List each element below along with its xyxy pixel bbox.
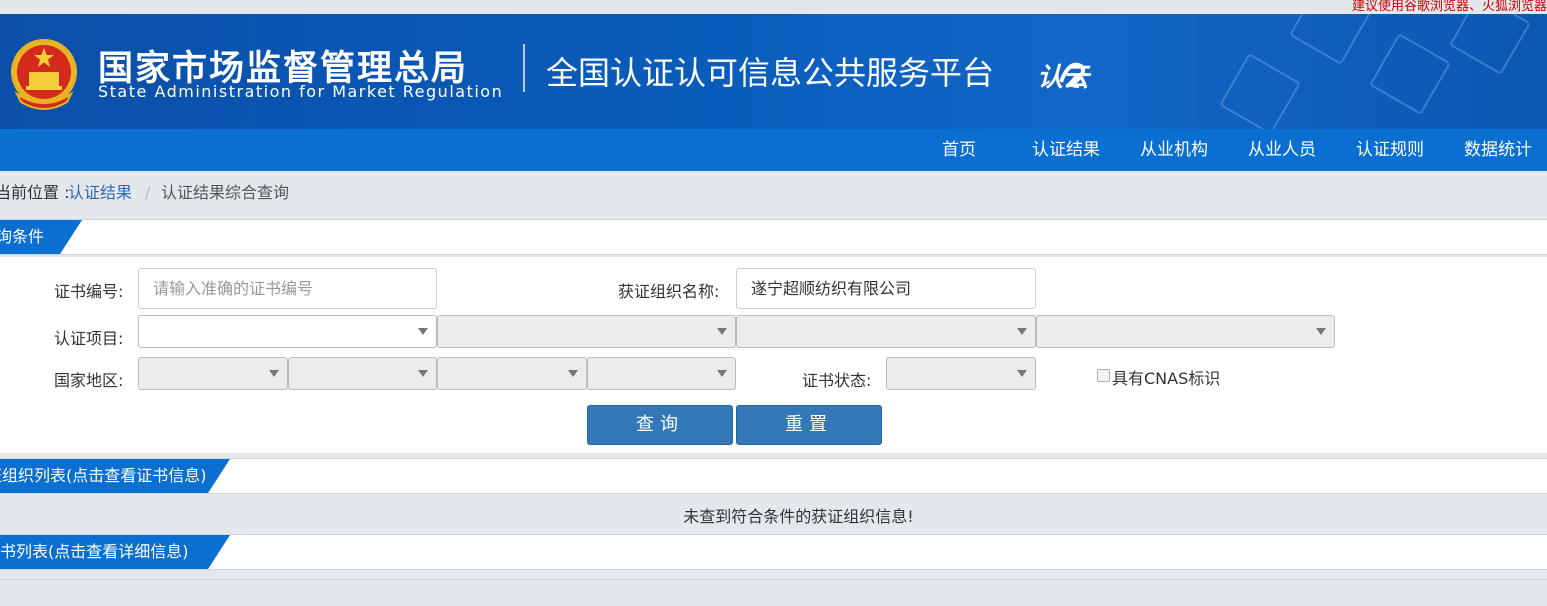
- cert-no-label: 证书编号:: [54, 282, 124, 301]
- cert-project-select-3[interactable]: [736, 315, 1036, 348]
- region-select-4[interactable]: [587, 357, 736, 390]
- nav-item-personnel[interactable]: 从业人员: [1248, 129, 1316, 171]
- chevron-down-icon: [1017, 370, 1027, 377]
- org-name-input[interactable]: 遂宁超顺纺织有限公司: [736, 268, 1036, 309]
- hex-decoration: [1219, 53, 1301, 129]
- site-header: 国家市场监督管理总局 State Administration for Mark…: [0, 14, 1547, 129]
- region-select-3[interactable]: [437, 357, 587, 390]
- org-list-title: 获证组织列表(点击查看证书信息): [0, 459, 230, 493]
- cnas-checkbox[interactable]: [1097, 369, 1110, 382]
- nav-item-cert-results[interactable]: 认证结果: [1032, 129, 1100, 171]
- header-divider: [523, 44, 525, 92]
- query-section-title: 查询条件: [0, 220, 82, 254]
- chevron-down-icon: [418, 328, 428, 335]
- cert-list-section-header: 证书列表(点击查看详细信息): [0, 534, 1547, 570]
- nav-item-statistics[interactable]: 数据统计: [1464, 129, 1532, 171]
- query-form: 证书编号: 获证组织名称: 遂宁超顺纺织有限公司 认证项目: 国家地区: 证书状…: [0, 257, 1547, 453]
- search-button[interactable]: 查询: [587, 405, 733, 445]
- cert-no-input[interactable]: [138, 268, 437, 309]
- chevron-down-icon: [717, 370, 727, 377]
- chevron-down-icon: [1017, 328, 1027, 335]
- reset-button[interactable]: 重置: [736, 405, 882, 445]
- breadcrumb-separator: /: [145, 183, 151, 202]
- breadcrumb-label: 当前位置 :: [0, 183, 70, 202]
- breadcrumb-link-cert-results[interactable]: 认证结果: [68, 171, 132, 214]
- bottom-divider: [0, 579, 1547, 580]
- nav-item-home[interactable]: 首页: [942, 129, 976, 171]
- browser-recommendation: 建议使用谷歌浏览器、火狐浏览器: [1351, 0, 1547, 14]
- cnas-checkbox-label: 具有CNAS标识: [1112, 369, 1221, 388]
- region-select-1[interactable]: [138, 357, 288, 390]
- chevron-down-icon: [1316, 328, 1326, 335]
- query-section-header: 查询条件: [0, 219, 1547, 255]
- cert-list-title: 证书列表(点击查看详细信息): [0, 535, 230, 569]
- nav-item-cert-rules[interactable]: 认证规则: [1356, 129, 1424, 171]
- breadcrumb-current: 认证结果综合查询: [161, 183, 290, 202]
- chevron-down-icon: [269, 370, 279, 377]
- chevron-down-icon: [717, 328, 727, 335]
- cert-status-label: 证书状态:: [802, 371, 872, 390]
- breadcrumb: 当前位置 : 认证结果 / 认证结果综合查询: [0, 171, 1547, 219]
- cert-status-select[interactable]: [886, 357, 1036, 390]
- nav-item-institutions[interactable]: 从业机构: [1140, 129, 1208, 171]
- org-name-label: 获证组织名称:: [618, 282, 720, 301]
- cert-project-select-1[interactable]: [138, 315, 437, 348]
- platform-title: 全国认证认可信息公共服务平台: [546, 54, 995, 92]
- national-emblem-icon: [11, 39, 77, 110]
- chevron-down-icon: [418, 370, 428, 377]
- cloud-logo: 认云: [1037, 62, 1092, 93]
- org-list-empty-message: 未查到符合条件的获证组织信息!: [0, 500, 1547, 534]
- top-bar: 建议使用谷歌浏览器、火狐浏览器: [0, 0, 1547, 14]
- cert-project-label: 认证项目:: [54, 329, 124, 348]
- chevron-down-icon: [568, 370, 578, 377]
- cert-project-select-4[interactable]: [1036, 315, 1335, 348]
- main-nav: 首页 认证结果 从业机构 从业人员 认证规则 数据统计: [0, 129, 1547, 171]
- hex-decoration: [1449, 14, 1531, 75]
- org-list-section-header: 获证组织列表(点击查看证书信息): [0, 458, 1547, 494]
- region-label: 国家地区:: [54, 371, 124, 390]
- hex-decoration: [1369, 33, 1451, 115]
- region-select-2[interactable]: [288, 357, 437, 390]
- agency-name-en: State Administration for Market Regulati…: [98, 82, 504, 101]
- cert-project-select-2[interactable]: [437, 315, 736, 348]
- hex-decoration: [1289, 14, 1371, 65]
